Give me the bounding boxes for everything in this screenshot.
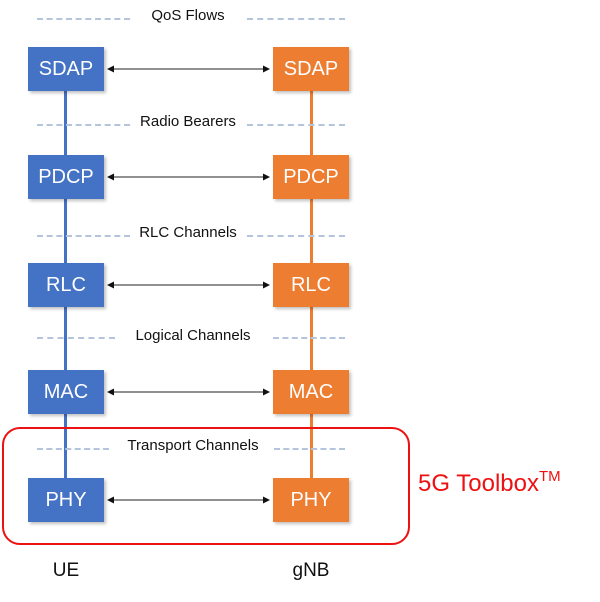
gnb-sdap-box: SDAP: [273, 47, 349, 91]
peer-arrow-icon: [107, 281, 270, 289]
channel-label: RLC Channels: [135, 224, 241, 241]
gnb-pdcp-box: PDCP: [273, 155, 349, 199]
peer-arrow-icon: [107, 388, 270, 396]
ue-node-label: UE: [52, 560, 80, 581]
peer-arrow-icon: [107, 65, 270, 73]
trademark-mark: TM: [538, 468, 561, 485]
channel-label: QoS Flows: [147, 7, 229, 24]
gnb-mac-box: MAC: [273, 370, 349, 414]
ue-mac-box: MAC: [28, 370, 104, 414]
peer-arrow-icon: [107, 496, 270, 504]
toolbox-label: 5G ToolboxTM: [418, 468, 561, 498]
ue-pdcp-box: PDCP: [28, 155, 104, 199]
peer-arrow-icon: [107, 173, 270, 181]
ue-phy-box: PHY: [28, 478, 104, 522]
gnb-node-label: gNB: [292, 560, 330, 581]
ue-rlc-box: RLC: [28, 263, 104, 307]
channel-label: Radio Bearers: [136, 113, 240, 130]
gnb-phy-box: PHY: [273, 478, 349, 522]
toolbox-name: 5G Toolbox: [418, 470, 539, 497]
ue-sdap-box: SDAP: [28, 47, 104, 91]
channel-label: Logical Channels: [131, 327, 255, 344]
gnb-rlc-box: RLC: [273, 263, 349, 307]
